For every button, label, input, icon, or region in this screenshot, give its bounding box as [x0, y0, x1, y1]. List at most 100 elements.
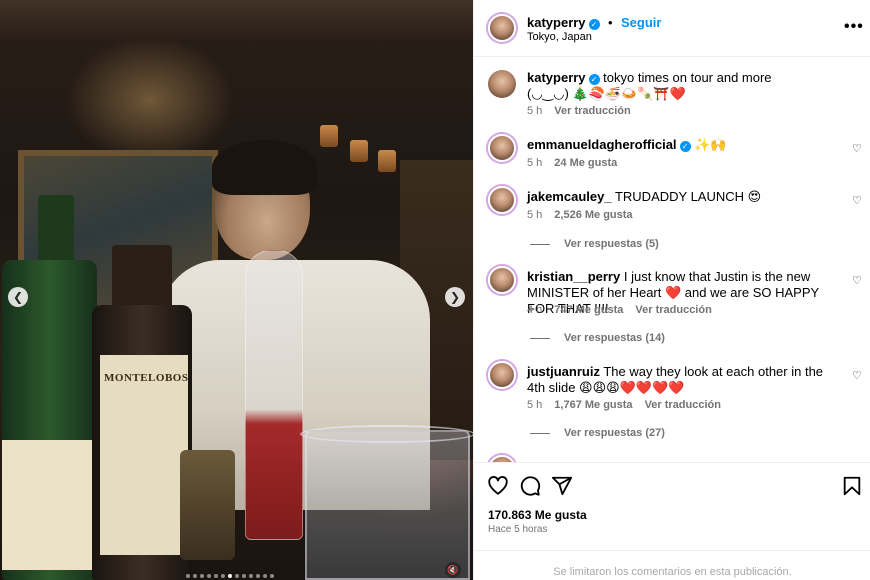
- translate-link[interactable]: Ver traducción: [635, 304, 711, 316]
- carousel-dot: [214, 574, 218, 578]
- comment-meta: 5 h 24 Me gusta: [527, 157, 617, 169]
- carousel-dot: [242, 574, 246, 578]
- carousel-dot: [221, 574, 225, 578]
- bookmark-icon[interactable]: [841, 475, 863, 497]
- heart-outline-icon[interactable]: ♡: [852, 369, 862, 382]
- view-replies-button[interactable]: Ver respuestas (27): [530, 427, 665, 439]
- share-icon[interactable]: [551, 475, 573, 497]
- photo-lamp: [320, 125, 338, 147]
- comments-disabled-notice: Se limitaron los comentarios en esta pub…: [474, 550, 870, 580]
- comment-meta: 5 h 1,767 Me gusta Ver traducción: [527, 399, 721, 411]
- comment-username[interactable]: emmanueldagherofficial: [527, 137, 677, 152]
- photo-red-bottle: [245, 250, 303, 540]
- heart-outline-icon[interactable]: ♡: [852, 274, 862, 287]
- photo-mezcal-label-text: MONTELOBOS: [104, 372, 189, 384]
- comment-time[interactable]: 4 h: [527, 304, 542, 316]
- photo-lamp: [378, 150, 396, 172]
- view-replies-button[interactable]: Ver respuestas (5): [530, 238, 659, 250]
- carousel-dot: [263, 574, 267, 578]
- avatar[interactable]: [488, 361, 516, 389]
- carousel-dots: [186, 574, 274, 578]
- comment-username[interactable]: kristian__perry: [527, 269, 620, 284]
- photo-bartender-hair: [212, 140, 317, 195]
- view-replies-label[interactable]: Ver respuestas (5): [564, 238, 659, 250]
- caption-time[interactable]: 5 h: [527, 105, 542, 117]
- header-divider: [474, 56, 870, 57]
- comment-body: ✨🙌: [694, 137, 727, 152]
- carousel-dot: [200, 574, 204, 578]
- comment-likes[interactable]: 24 Me gusta: [554, 157, 617, 169]
- carousel-dot: [256, 574, 260, 578]
- replies-line: [530, 243, 550, 245]
- carousel-dot: [207, 574, 211, 578]
- comment-username[interactable]: jakemcauley_: [527, 189, 612, 204]
- comment-text: jakemcauley_ TRUDADDY LAUNCH 😍: [527, 189, 842, 205]
- avatar[interactable]: [488, 186, 516, 214]
- comment-item: justjuanruiz The way they look at each o…: [474, 361, 870, 441]
- caption-meta: 5 h Ver traducción: [527, 105, 631, 117]
- view-replies-label[interactable]: Ver respuestas (27): [564, 427, 665, 439]
- comment-likes[interactable]: 2,526 Me gusta: [554, 209, 632, 221]
- comment-icon[interactable]: [519, 475, 541, 497]
- comment-time[interactable]: 5 h: [527, 399, 542, 411]
- chevron-left-icon[interactable]: ❮: [8, 287, 28, 307]
- view-replies-label[interactable]: Ver respuestas (14): [564, 332, 665, 344]
- comment-likes[interactable]: 747 Me gusta: [554, 304, 623, 316]
- muted-speaker-icon[interactable]: 🔇: [445, 562, 461, 578]
- replies-line: [530, 337, 550, 339]
- carousel-dot: [193, 574, 197, 578]
- photo-bottle-label: [2, 440, 94, 570]
- carousel-dot: [249, 574, 253, 578]
- photo-jar: [180, 450, 235, 560]
- verified-badge-icon: ✓: [588, 74, 600, 85]
- comment-time[interactable]: 5 h: [527, 209, 542, 221]
- avatar[interactable]: [488, 266, 516, 294]
- comment-item: emmanueldagherofficial ✓ ✨🙌 ♡ 5 h 24 Me g…: [474, 134, 870, 174]
- comment-meta: 4 h 747 Me gusta Ver traducción: [527, 304, 712, 316]
- chevron-right-icon[interactable]: ❯: [445, 287, 465, 307]
- header-username[interactable]: katyperry: [527, 15, 586, 30]
- post-time[interactable]: Hace 5 horas: [488, 524, 547, 535]
- follow-button[interactable]: Seguir: [621, 15, 661, 30]
- heart-outline-icon[interactable]: ♡: [852, 194, 862, 207]
- post-actions: 170.863 Me gusta Hace 5 horas: [474, 462, 870, 550]
- avatar[interactable]: [488, 134, 516, 162]
- avatar[interactable]: [488, 14, 516, 42]
- translate-link[interactable]: Ver traducción: [554, 105, 630, 117]
- photo-glass: [305, 430, 470, 580]
- comment-text: justjuanruiz The way they look at each o…: [527, 364, 842, 396]
- verified-badge-icon: ✓: [588, 19, 600, 30]
- view-replies-button[interactable]: Ver respuestas (14): [530, 332, 665, 344]
- avatar[interactable]: [488, 70, 516, 98]
- separator-dot: •: [608, 15, 613, 30]
- translate-link[interactable]: Ver traducción: [645, 399, 721, 411]
- comment-likes[interactable]: 1,767 Me gusta: [554, 399, 632, 411]
- heart-outline-icon[interactable]: ♡: [852, 142, 862, 155]
- carousel-dot: [186, 574, 190, 578]
- comment-body: TRUDADDY LAUNCH 😍: [614, 189, 762, 204]
- photo-ceiling: [0, 0, 473, 40]
- carousel-dot: [235, 574, 239, 578]
- comment-item: kristian__perry I just know that Justin …: [474, 266, 870, 346]
- caption-username[interactable]: katyperry: [527, 70, 586, 85]
- carousel-dot: [228, 574, 232, 578]
- caption-text: katyperry ✓ tokyo times on tour and more …: [527, 70, 842, 102]
- photo-mezcal-label: [100, 355, 188, 555]
- comment-username[interactable]: justjuanruiz: [527, 364, 600, 379]
- comment-meta: 5 h 2,526 Me gusta: [527, 209, 633, 221]
- caption-body: tokyo times on tour and more: [603, 70, 772, 85]
- replies-line: [530, 432, 550, 434]
- comment-time[interactable]: 5 h: [527, 157, 542, 169]
- post-location[interactable]: Tokyo, Japan: [527, 31, 592, 43]
- post-likes[interactable]: 170.863 Me gusta: [488, 508, 587, 522]
- heart-icon[interactable]: [487, 475, 509, 497]
- carousel-dot: [270, 574, 274, 578]
- post-sidebar: katyperry ✓ • Seguir Tokyo, Japan ••• kat…: [473, 0, 870, 580]
- caption-emojis: (◡‿◡) 🎄🍣🍜🍛🍡⛩️❤️: [527, 86, 686, 101]
- header-user: katyperry ✓ • Seguir: [527, 14, 661, 32]
- verified-badge-icon: ✓: [679, 141, 691, 152]
- photo-lamp: [350, 140, 368, 162]
- comment-item: jakemcauley_ TRUDADDY LAUNCH 😍 ♡ 5 h 2,5…: [474, 186, 870, 254]
- post-media[interactable]: MONTELOBOS ❮ ❯ 🔇: [0, 0, 473, 580]
- more-icon[interactable]: •••: [844, 18, 864, 36]
